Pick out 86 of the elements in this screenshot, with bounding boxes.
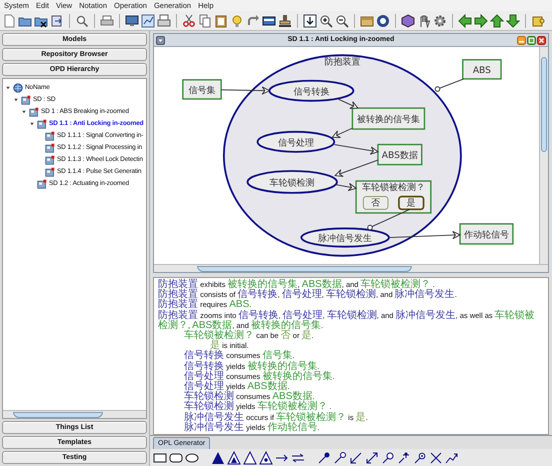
object-node <box>459 223 514 245</box>
monitor-icon[interactable] <box>125 14 139 28</box>
search-icon[interactable] <box>75 14 89 28</box>
link-arrow <box>334 160 378 177</box>
open-lollipop-icon[interactable] <box>333 450 347 464</box>
expand-toggle-icon[interactable] <box>5 85 11 91</box>
zoom-region-icon[interactable] <box>303 14 317 28</box>
copy-icon[interactable] <box>198 14 212 28</box>
process-label: 车轮锁检测 <box>270 178 315 189</box>
link-arrow <box>220 86 270 95</box>
instrument-link <box>434 78 464 92</box>
cross-icon[interactable] <box>429 450 443 464</box>
panel-icon[interactable] <box>262 14 276 28</box>
object-label: 车轮锁被检测？ <box>362 183 425 194</box>
object-label: 被转换的信号集 <box>356 115 420 126</box>
expand-toggle-icon[interactable] <box>13 97 19 103</box>
link-arrow <box>337 98 359 109</box>
diagram-icon <box>45 143 55 153</box>
instrument-link <box>367 208 410 230</box>
minimize-icon[interactable] <box>517 36 526 44</box>
diagram-icon <box>37 179 47 189</box>
scissors-icon[interactable] <box>182 14 196 28</box>
zoom-out-icon[interactable] <box>335 14 349 28</box>
gear-icon[interactable] <box>433 14 447 28</box>
vertical-scrollbar[interactable] <box>539 47 548 264</box>
page-icon[interactable] <box>2 14 16 28</box>
rectangle-icon[interactable] <box>153 450 167 464</box>
process-label: 信号转换 <box>293 87 330 98</box>
link-arrow <box>331 128 353 138</box>
object-node <box>377 144 422 166</box>
printer-icon[interactable] <box>157 14 171 28</box>
down-arrow-icon[interactable] <box>506 14 520 28</box>
link-arrow <box>334 144 379 155</box>
diagram-icon <box>21 95 31 105</box>
object-node <box>182 79 222 100</box>
clipboard-icon[interactable] <box>214 14 228 28</box>
close-icon[interactable] <box>537 36 546 44</box>
horizontal-scrollbar[interactable] <box>3 410 146 418</box>
chart-icon[interactable] <box>141 14 155 28</box>
expand-toggle-icon[interactable] <box>29 121 35 127</box>
right-arrow-icon[interactable] <box>474 14 488 28</box>
print-icon[interactable] <box>100 14 114 28</box>
double-arrow-icon[interactable] <box>291 450 305 464</box>
state-label: 是 <box>406 198 416 209</box>
nested-triangle-icon[interactable] <box>227 450 241 464</box>
import-icon[interactable] <box>50 14 64 28</box>
dotted-triangle-icon[interactable] <box>259 450 273 464</box>
process-label: 信号处理 <box>278 138 314 148</box>
object-label: ABS数据 <box>382 151 418 162</box>
rounded-rectangle-icon[interactable] <box>169 450 183 464</box>
diagram-icon <box>37 119 47 129</box>
diagram-icon <box>45 155 55 165</box>
ellipse-icon[interactable] <box>185 450 199 464</box>
object-label: 作动轮信号 <box>464 230 509 241</box>
double-diagonal-arrow-icon[interactable] <box>365 450 379 464</box>
link-arrow <box>336 182 358 192</box>
zoom-in-icon[interactable] <box>319 14 333 28</box>
window-menu-icon[interactable] <box>156 36 165 44</box>
diagram-icon <box>45 167 55 177</box>
lollipop-icon[interactable] <box>317 450 331 464</box>
left-arrow-icon[interactable] <box>458 14 472 28</box>
object-label: 信号集 <box>188 86 216 96</box>
box-icon[interactable] <box>360 14 374 28</box>
redo-icon[interactable] <box>246 14 260 28</box>
open-circle-icon[interactable] <box>381 450 395 464</box>
stamp-icon[interactable] <box>278 14 292 28</box>
triangle-icon[interactable] <box>243 450 257 464</box>
up-arrow-icon[interactable] <box>490 14 504 28</box>
target-icon[interactable] <box>376 14 390 28</box>
bulb-icon[interactable] <box>230 14 244 28</box>
expand-toggle-icon[interactable] <box>21 109 27 115</box>
cube-icon[interactable] <box>401 14 415 28</box>
process-label: 防抱装置 <box>324 57 360 68</box>
zigzag-arrow-icon[interactable] <box>445 450 459 464</box>
pin-icon[interactable] <box>413 450 427 464</box>
globe-icon <box>13 83 23 93</box>
object-node <box>462 59 502 80</box>
diagonal-arrow-icon[interactable] <box>349 450 363 464</box>
state-label: 否 <box>371 198 380 209</box>
object-label: ABS <box>472 66 491 76</box>
maximize-icon[interactable] <box>527 36 536 44</box>
process-label: 脉冲信号发生 <box>318 234 372 244</box>
horizontal-scrollbar[interactable] <box>154 264 548 272</box>
filled-triangle-icon[interactable] <box>211 450 225 464</box>
diagram-icon <box>45 131 55 141</box>
diagram-icon <box>29 107 39 117</box>
